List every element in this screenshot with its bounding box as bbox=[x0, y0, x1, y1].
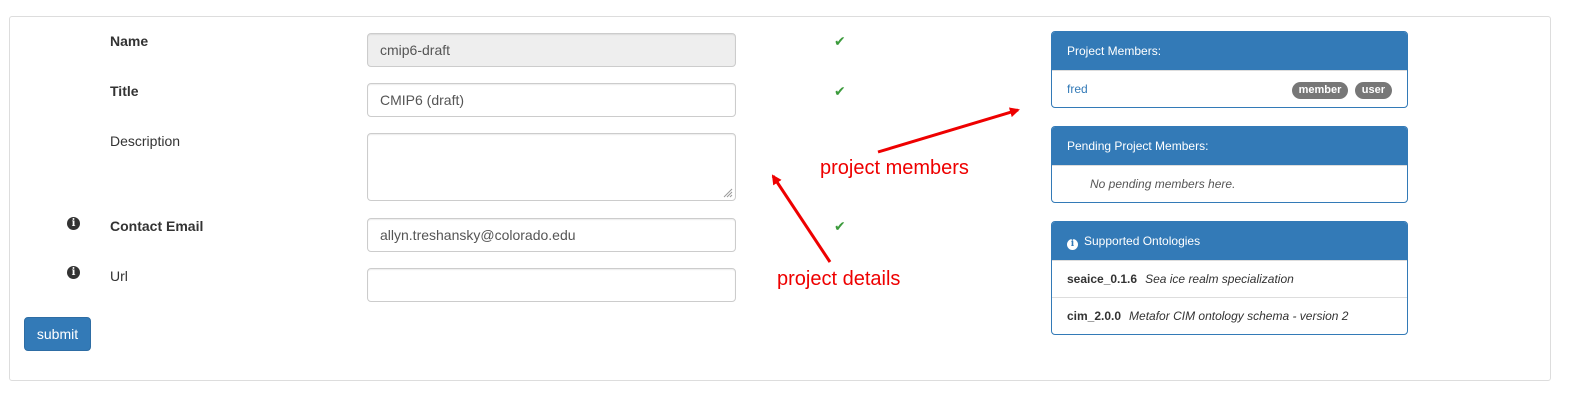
project-members-annotation: project members bbox=[820, 157, 969, 179]
project-details-annotation: project details bbox=[777, 268, 901, 290]
arrow-to-project-details bbox=[771, 174, 832, 263]
annotation-arrows bbox=[771, 107, 1020, 263]
arrow-to-project-members bbox=[877, 107, 1020, 154]
